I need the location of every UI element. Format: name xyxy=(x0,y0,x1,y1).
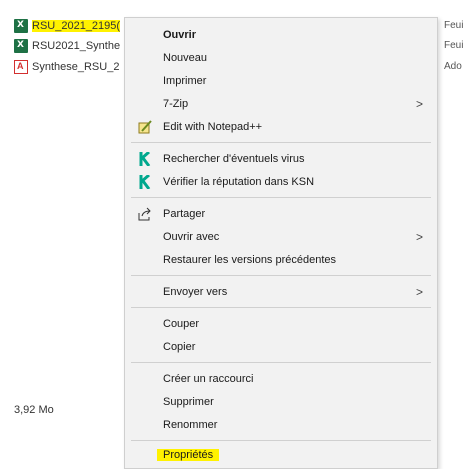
menu-item-print[interactable]: Imprimer xyxy=(125,70,437,92)
file-name: RSU2021_Synthe xyxy=(32,39,121,52)
file-row[interactable]: Synthese_RSU_2 xyxy=(14,58,119,75)
menu-item-open[interactable]: Ouvrir xyxy=(125,24,437,46)
menu-separator xyxy=(131,440,431,441)
file-type: Feui xyxy=(444,20,464,31)
menu-item-cut[interactable]: Couper xyxy=(125,313,437,335)
menu-item-properties[interactable]: Propriétés xyxy=(125,444,437,466)
excel-icon xyxy=(14,38,28,53)
menu-separator xyxy=(131,307,431,308)
file-type: Feui xyxy=(444,40,464,51)
menu-separator xyxy=(131,362,431,363)
menu-item-ksn[interactable]: Vérifier la réputation dans KSN xyxy=(125,171,437,193)
menu-separator xyxy=(131,275,431,276)
menu-item-share[interactable]: Partager xyxy=(125,203,437,225)
kaspersky-icon xyxy=(137,174,153,190)
excel-icon xyxy=(14,18,28,33)
notepad-icon xyxy=(137,119,153,135)
share-icon xyxy=(137,206,153,222)
menu-item-new[interactable]: Nouveau xyxy=(125,47,437,69)
chevron-right-icon: > xyxy=(415,97,423,111)
menu-item-scan-virus[interactable]: Rechercher d'éventuels virus xyxy=(125,148,437,170)
menu-item-rename[interactable]: Renommer xyxy=(125,414,437,436)
file-size-status: 3,92 Mo xyxy=(14,404,54,416)
file-row[interactable]: RSU2021_Synthe xyxy=(14,37,120,54)
file-row[interactable]: RSU_2021_2195( xyxy=(14,17,121,34)
menu-item-create-shortcut[interactable]: Créer un raccourci xyxy=(125,368,437,390)
kaspersky-icon xyxy=(137,151,153,167)
file-name: RSU_2021_2195( xyxy=(32,19,121,32)
menu-item-send-to[interactable]: Envoyer vers > xyxy=(125,281,437,303)
pdf-icon xyxy=(14,59,28,74)
file-name: Synthese_RSU_2 xyxy=(32,60,120,73)
menu-item-restore-versions[interactable]: Restaurer les versions précédentes xyxy=(125,249,437,271)
menu-item-delete[interactable]: Supprimer xyxy=(125,391,437,413)
menu-separator xyxy=(131,142,431,143)
menu-item-notepad[interactable]: Edit with Notepad++ xyxy=(125,116,437,138)
menu-separator xyxy=(131,197,431,198)
menu-item-7zip[interactable]: 7-Zip > xyxy=(125,93,437,115)
chevron-right-icon: > xyxy=(415,230,423,244)
menu-item-copy[interactable]: Copier xyxy=(125,336,437,358)
context-menu: Ouvrir Nouveau Imprimer 7-Zip > Edit wit… xyxy=(124,17,438,469)
chevron-right-icon: > xyxy=(415,285,423,299)
menu-item-open-with[interactable]: Ouvrir avec > xyxy=(125,226,437,248)
file-type: Ado xyxy=(444,61,462,72)
